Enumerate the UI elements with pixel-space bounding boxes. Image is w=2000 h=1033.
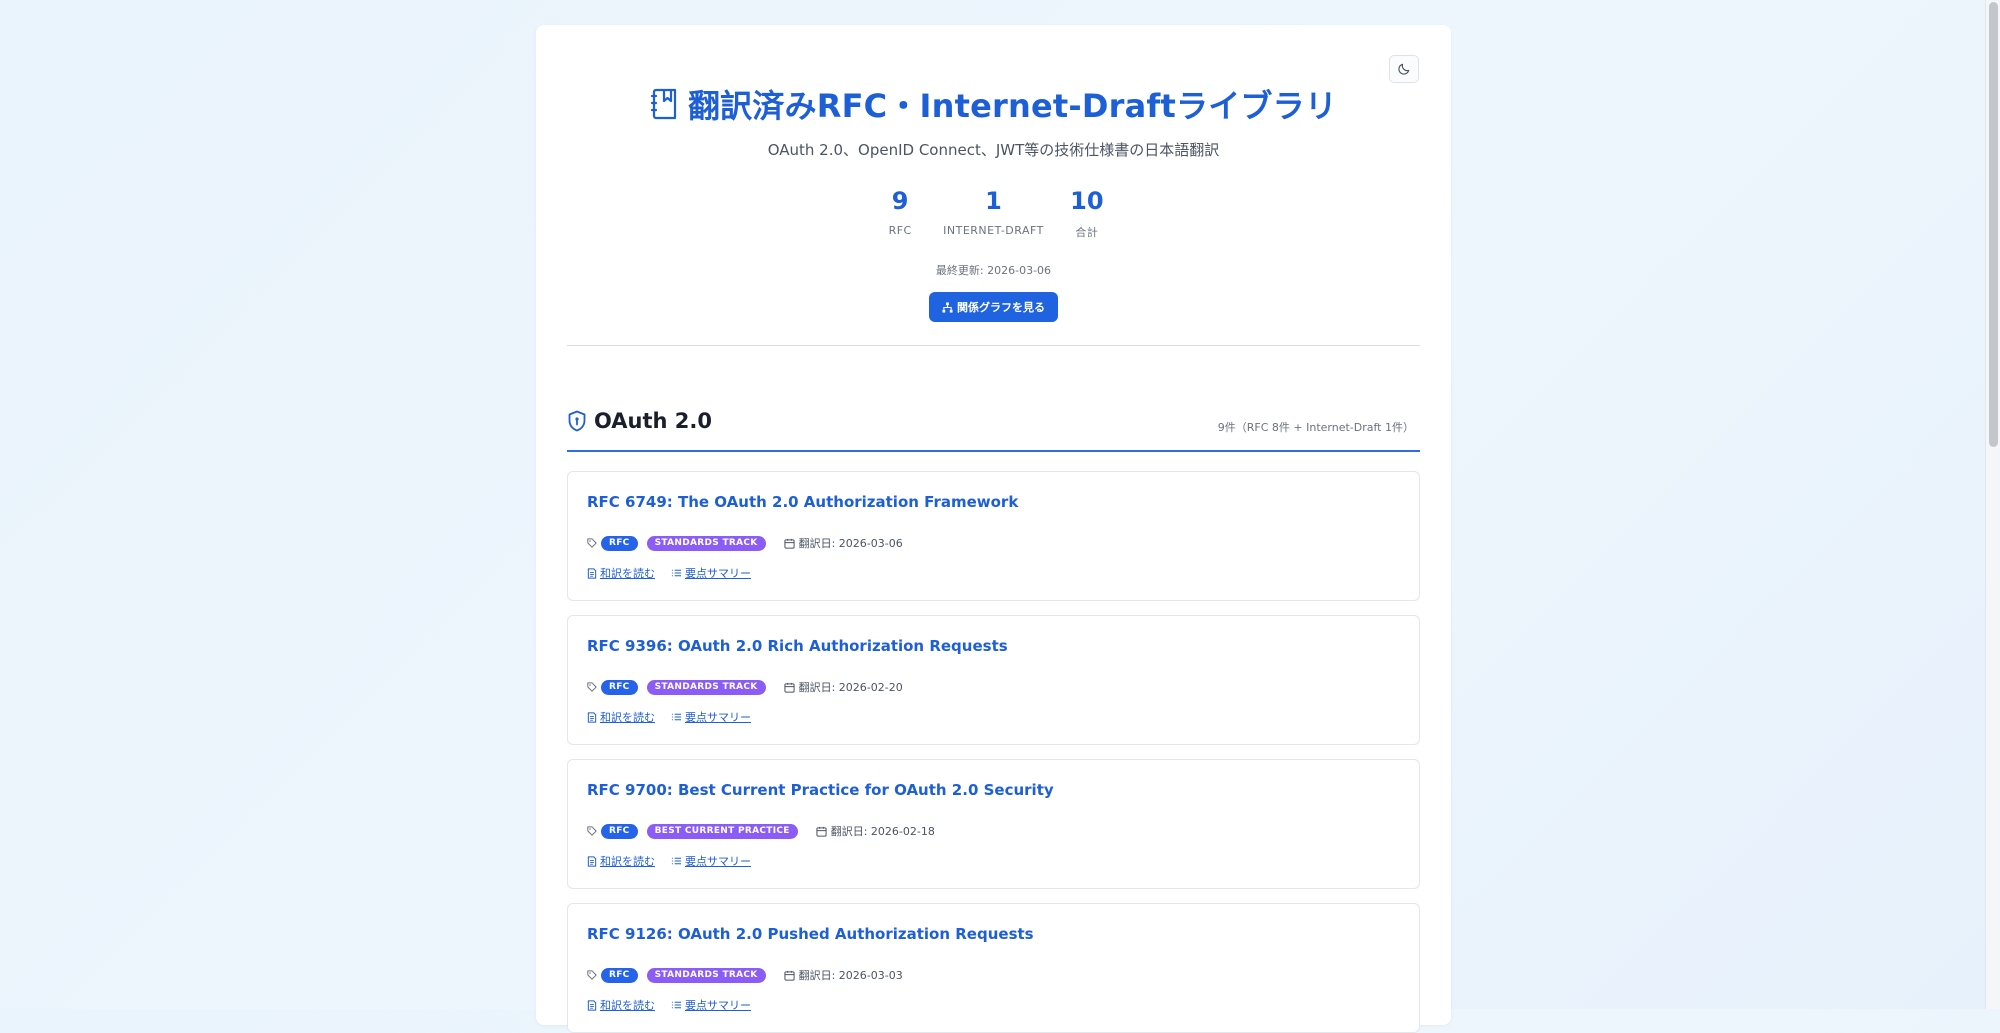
document-icon — [587, 567, 597, 579]
document-title-link[interactable]: RFC 6749: The OAuth 2.0 Authorization Fr… — [587, 493, 1018, 511]
document-meta: RFC STANDARDS TRACK 翻訳日: 2026-03-06 — [587, 534, 903, 552]
document-links: 和訳を読む 要点サマリー — [587, 853, 751, 869]
page-subtitle: OAuth 2.0、OpenID Connect、JWT等の技術仕様書の日本語翻… — [767, 141, 1220, 159]
read-translation-label: 和訳を読む — [600, 567, 655, 580]
stat-internet-draft-value: 1 — [985, 187, 1002, 215]
main-card: 翻訳済みRFC・Internet-Draftライブラリ OAuth 2.0、Op… — [536, 25, 1451, 1033]
summary-link[interactable]: 要点サマリー — [671, 709, 751, 725]
translation-date-text: 翻訳日: 2026-02-20 — [798, 681, 903, 694]
translation-date: 翻訳日: 2026-02-20 — [784, 679, 903, 695]
type-badge: RFC — [601, 679, 638, 695]
stat-internet-draft: 1 INTERNET-DRAFT — [943, 186, 1044, 240]
status-badge: STANDARDS TRACK — [646, 535, 766, 551]
stats-row: 9 RFC 1 INTERNET-DRAFT 10 合計 — [536, 186, 1451, 240]
section-title-wrap: OAuth 2.0 — [567, 409, 712, 433]
document-card: RFC 6749: The OAuth 2.0 Authorization Fr… — [567, 471, 1420, 601]
document-links: 和訳を読む 要点サマリー — [587, 565, 751, 581]
tag-icon — [587, 682, 597, 692]
document-meta: RFC STANDARDS TRACK 翻訳日: 2026-02-20 — [587, 678, 903, 696]
read-translation-link[interactable]: 和訳を読む — [587, 709, 655, 725]
translation-date: 翻訳日: 2026-03-06 — [784, 535, 903, 551]
title-row: 翻訳済みRFC・Internet-Draftライブラリ — [536, 83, 1451, 125]
stat-internet-draft-label: INTERNET-DRAFT — [943, 224, 1044, 237]
read-translation-label: 和訳を読む — [600, 999, 655, 1012]
read-translation-label: 和訳を読む — [600, 855, 655, 868]
summary-label: 要点サマリー — [685, 567, 751, 580]
translation-date: 翻訳日: 2026-02-18 — [816, 823, 935, 839]
scrollbar-thumb[interactable] — [1989, 2, 1998, 447]
stat-total: 10 合計 — [1070, 186, 1104, 240]
list-icon — [671, 857, 682, 865]
network-icon — [942, 301, 953, 313]
document-title-link[interactable]: RFC 9396: OAuth 2.0 Rich Authorization R… — [587, 637, 1008, 655]
stat-rfc-label: RFC — [888, 224, 912, 237]
page-title: 翻訳済みRFC・Internet-Draftライブラリ — [687, 87, 1338, 125]
section-header-oauth: OAuth 2.0 9件（RFC 8件 + Internet-Draft 1件） — [567, 394, 1420, 452]
relation-graph-button-label: 関係グラフを見る — [957, 301, 1045, 314]
summary-label: 要点サマリー — [685, 711, 751, 724]
shield-icon — [568, 410, 586, 432]
document-icon — [587, 711, 597, 723]
calendar-icon — [784, 682, 795, 693]
summary-link[interactable]: 要点サマリー — [671, 565, 751, 581]
theme-toggle-button[interactable] — [1389, 55, 1419, 83]
page-header: 翻訳済みRFC・Internet-Draftライブラリ OAuth 2.0、Op… — [536, 83, 1451, 322]
document-card: RFC 9126: OAuth 2.0 Pushed Authorization… — [567, 903, 1420, 1033]
read-translation-label: 和訳を読む — [600, 711, 655, 724]
translation-date-text: 翻訳日: 2026-03-06 — [798, 537, 903, 550]
type-badge: RFC — [601, 535, 638, 551]
read-translation-link[interactable]: 和訳を読む — [587, 853, 655, 869]
document-icon — [587, 855, 597, 867]
last-updated: 最終更新: 2026-03-06 — [935, 264, 1052, 277]
status-badge: STANDARDS TRACK — [646, 967, 766, 983]
tag-icon — [587, 826, 597, 836]
read-translation-link[interactable]: 和訳を読む — [587, 997, 655, 1013]
document-title-link[interactable]: RFC 9126: OAuth 2.0 Pushed Authorization… — [587, 925, 1034, 943]
document-links: 和訳を読む 要点サマリー — [587, 997, 751, 1013]
section-count: 9件（RFC 8件 + Internet-Draft 1件） — [1217, 421, 1414, 434]
book-icon — [650, 88, 677, 120]
translation-date-text: 翻訳日: 2026-02-18 — [830, 825, 935, 838]
section-title: OAuth 2.0 — [594, 409, 712, 433]
summary-link[interactable]: 要点サマリー — [671, 997, 751, 1013]
summary-link[interactable]: 要点サマリー — [671, 853, 751, 869]
page-scrollbar[interactable] — [1985, 0, 2000, 1009]
relation-graph-button[interactable]: 関係グラフを見る — [929, 292, 1058, 322]
document-meta: RFC STANDARDS TRACK 翻訳日: 2026-03-03 — [587, 966, 903, 984]
moon-icon — [1398, 63, 1410, 75]
stat-rfc: 9 RFC — [883, 186, 917, 240]
document-links: 和訳を読む 要点サマリー — [587, 709, 751, 725]
translation-date: 翻訳日: 2026-03-03 — [784, 967, 903, 983]
calendar-icon — [816, 826, 827, 837]
document-card: RFC 9700: Best Current Practice for OAut… — [567, 759, 1420, 889]
read-translation-link[interactable]: 和訳を読む — [587, 565, 655, 581]
type-badge: RFC — [601, 823, 638, 839]
list-icon — [671, 713, 682, 721]
stat-total-label: 合計 — [1075, 226, 1099, 239]
header-divider — [567, 345, 1420, 346]
calendar-icon — [784, 970, 795, 981]
tag-icon — [587, 970, 597, 980]
stat-rfc-value: 9 — [891, 187, 909, 215]
translation-date-text: 翻訳日: 2026-03-03 — [798, 969, 903, 982]
type-badge: RFC — [601, 967, 638, 983]
list-icon — [671, 569, 682, 577]
status-badge: STANDARDS TRACK — [646, 679, 766, 695]
document-title-link[interactable]: RFC 9700: Best Current Practice for OAut… — [587, 781, 1054, 799]
document-card: RFC 9396: OAuth 2.0 Rich Authorization R… — [567, 615, 1420, 745]
document-meta: RFC BEST CURRENT PRACTICE 翻訳日: 2026-02-1… — [587, 822, 935, 840]
status-badge: BEST CURRENT PRACTICE — [646, 823, 798, 839]
calendar-icon — [784, 538, 795, 549]
summary-label: 要点サマリー — [685, 999, 751, 1012]
tag-icon — [587, 538, 597, 548]
stat-total-value: 10 — [1070, 187, 1104, 215]
summary-label: 要点サマリー — [685, 855, 751, 868]
